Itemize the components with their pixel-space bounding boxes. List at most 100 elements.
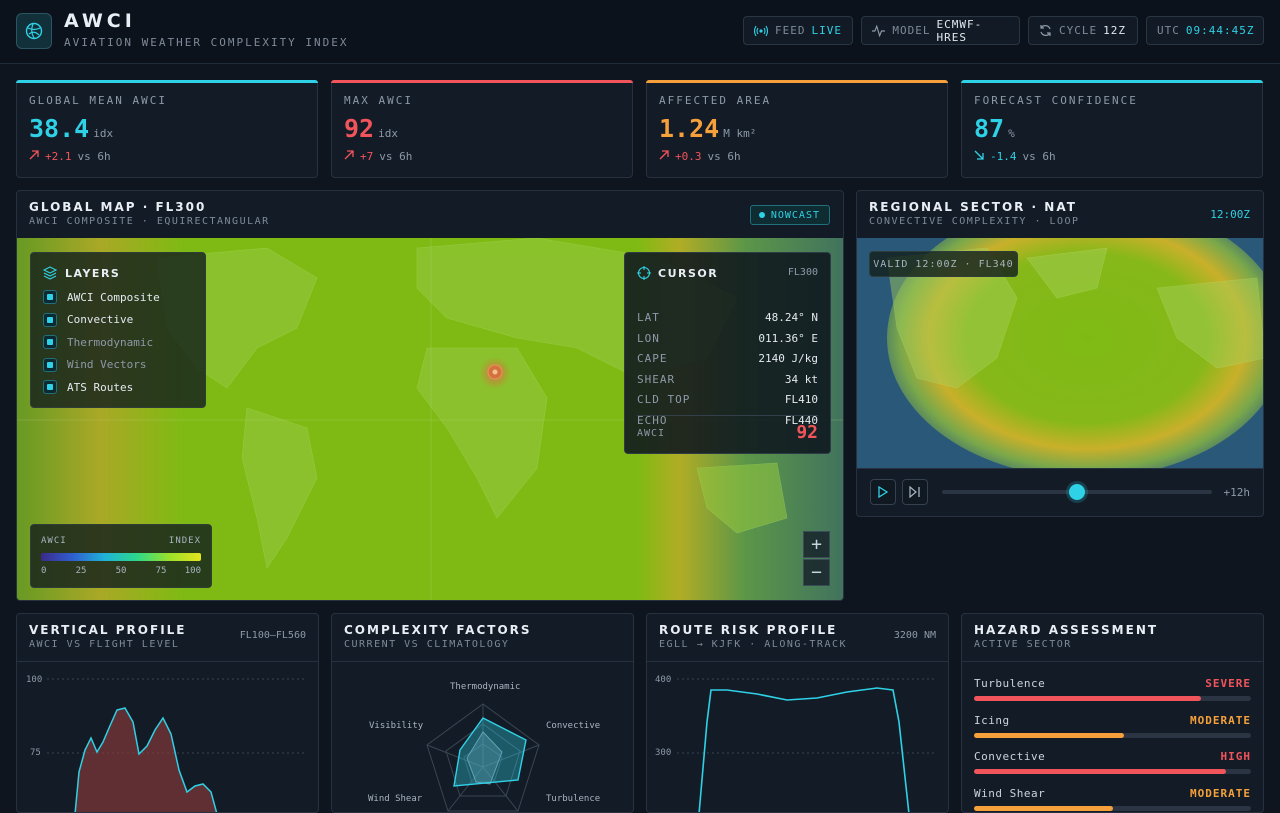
crosshair-icon: [637, 266, 651, 280]
location-pin-icon[interactable]: [487, 364, 503, 380]
vertical-profile-panel: VERTICAL PROFILE AWCI VS FLIGHT LEVEL FL…: [16, 613, 319, 813]
timeline-slider-handle[interactable]: [1069, 484, 1085, 500]
nowcast-label: NOWCAST: [770, 209, 820, 221]
cursor-row-key: LON: [637, 331, 660, 345]
cycle-pill[interactable]: CYCLE 12Z: [1028, 16, 1138, 45]
layer-checkbox[interactable]: [43, 380, 57, 395]
layer-toggle[interactable]: Thermodynamic: [43, 335, 153, 350]
cursor-divider: [637, 415, 818, 416]
stat-delta-value: -1.4: [990, 150, 1017, 163]
stat-delta-suffix: vs 6h: [379, 150, 413, 163]
stat-label: MAX AWCI: [344, 94, 413, 107]
layer-label: ATS Routes: [67, 380, 134, 394]
cursor-row-key: SHEAR: [637, 372, 676, 386]
stat-value: 38.4: [29, 114, 90, 143]
global-map-title: GLOBAL MAP · FL300: [29, 200, 207, 214]
layers-panel: LAYERS AWCI Composite Convective Thermodyn…: [30, 252, 206, 408]
stat-delta-value: +0.3: [675, 150, 702, 163]
hazard-assessment-panel: HAZARD ASSESSMENT ACTIVE SECTOR Turbulen…: [961, 613, 1264, 813]
cursor-awci-label: AWCI: [637, 428, 666, 439]
stat-card: AFFECTED AREA 1.24 M km² +0.3 vs 6h: [646, 80, 948, 178]
hazard-bar-fill: [974, 769, 1227, 774]
cursor-row: CAPE 2140 J/kg: [637, 352, 818, 365]
legend-tick-label: 100: [184, 566, 201, 576]
feed-status-pill[interactable]: FEED LIVE: [743, 16, 853, 45]
legend-left-label: AWCI: [41, 536, 67, 546]
layer-checkbox[interactable]: [43, 357, 57, 372]
layer-toggle[interactable]: ATS Routes: [43, 380, 134, 395]
stat-accent-bar: [646, 80, 948, 83]
live-dot-icon: [758, 212, 765, 218]
stat-label: AFFECTED AREA: [659, 94, 772, 107]
arrow-up-right-icon: [29, 150, 39, 163]
stat-delta-suffix: vs 6h: [707, 150, 741, 163]
stat-delta-suffix: vs 6h: [1022, 150, 1056, 163]
feed-value: LIVE: [811, 24, 842, 37]
stat-accent-bar: [16, 80, 318, 83]
layers-icon: [43, 266, 57, 280]
feed-label: FEED: [775, 24, 806, 37]
stat-delta-suffix: vs 6h: [77, 150, 111, 163]
model-label: MODEL: [892, 24, 931, 37]
stat-value: 87: [974, 114, 1005, 143]
stat-value: 1.24: [659, 114, 720, 143]
layer-label: Wind Vectors: [67, 358, 147, 372]
play-button[interactable]: [870, 479, 896, 505]
legend-right-label: INDEX: [168, 536, 201, 546]
legend-tick-label: 0: [41, 566, 47, 576]
cursor-row-key: LAT: [637, 311, 660, 324]
stat-delta-value: +2.1: [45, 150, 72, 163]
stat-delta: +0.3 vs 6h: [659, 150, 741, 163]
zoom-in-button[interactable]: +: [803, 531, 830, 558]
stat-value-wrap: 1.24 M km²: [659, 114, 756, 143]
hazard-bar-fill: [974, 696, 1202, 701]
hazard-level: MODERATE: [1190, 713, 1251, 727]
stat-unit: %: [1008, 127, 1015, 140]
vertical-profile-chart: [47, 678, 307, 812]
activity-icon: [872, 24, 886, 37]
cursor-awci-value: 92: [796, 422, 818, 443]
utc-label: UTC: [1157, 24, 1180, 37]
zoom-out-button[interactable]: −: [803, 559, 830, 586]
stat-card: GLOBAL MEAN AWCI 38.4 idx +2.1 vs 6h: [16, 80, 318, 178]
awci-legend: AWCI INDEX 0 25 50 75 100: [30, 524, 212, 588]
timeline-slider[interactable]: [942, 484, 1212, 500]
regional-time: 12:00Z: [1210, 208, 1250, 221]
global-map-subtitle: AWCI COMPOSITE · EQUIRECTANGULAR: [29, 216, 270, 227]
stat-card: FORECAST CONFIDENCE 87% -1.4 vs 6h: [961, 80, 1263, 178]
arrow-up-right-icon: [659, 150, 669, 163]
hazard-subtitle: ACTIVE SECTOR: [974, 639, 1072, 650]
layer-toggle[interactable]: Wind Vectors: [43, 357, 147, 372]
model-pill[interactable]: MODEL ECMWF-HRES: [861, 16, 1020, 45]
layer-toggle[interactable]: Convective: [43, 312, 133, 327]
legend-tick-label: 50: [115, 566, 127, 576]
hazard-level: SEVERE: [1205, 677, 1251, 690]
layer-checkbox[interactable]: [43, 312, 57, 327]
arrow-up-right-icon: [344, 150, 354, 163]
layer-toggle[interactable]: AWCI Composite: [43, 290, 160, 304]
stat-label: FORECAST CONFIDENCE: [974, 94, 1138, 107]
layers-title: LAYERS: [65, 266, 121, 280]
route-title: ROUTE RISK PROFILE: [659, 623, 838, 637]
route-distance: 3200 NM: [893, 630, 936, 641]
cursor-row-value: 48.24° N: [765, 311, 818, 324]
layer-checkbox[interactable]: [43, 335, 57, 350]
hazard-level: HIGH: [1220, 750, 1251, 763]
nowcast-badge[interactable]: NOWCAST: [749, 205, 830, 225]
app-logo[interactable]: [16, 13, 52, 49]
route-subtitle: EGLL → KJFK · ALONG-TRACK: [659, 639, 848, 650]
hazard-bar-track: [974, 696, 1251, 701]
layer-checkbox[interactable]: [43, 290, 57, 304]
radar-axis-label: Turbulence: [546, 794, 601, 804]
cycle-value: 12Z: [1103, 24, 1126, 37]
cursor-title: CURSOR: [658, 266, 719, 280]
stat-unit: idx: [378, 127, 398, 140]
factors-title: COMPLEXITY FACTORS: [344, 623, 532, 637]
step-forward-button[interactable]: [902, 479, 928, 505]
global-map-panel: GLOBAL MAP · FL300 AWCI COMPOSITE · EQUI…: [16, 190, 844, 601]
utc-clock-pill: UTC 09:44:45Z: [1146, 16, 1264, 45]
stat-card: MAX AWCI 92 idx +7 vs 6h: [331, 80, 633, 178]
regional-subtitle: CONVECTIVE COMPLEXITY · LOOP: [869, 216, 1080, 227]
legend-gradient-bar: [41, 553, 201, 561]
hazard-bar-track: [974, 732, 1251, 738]
